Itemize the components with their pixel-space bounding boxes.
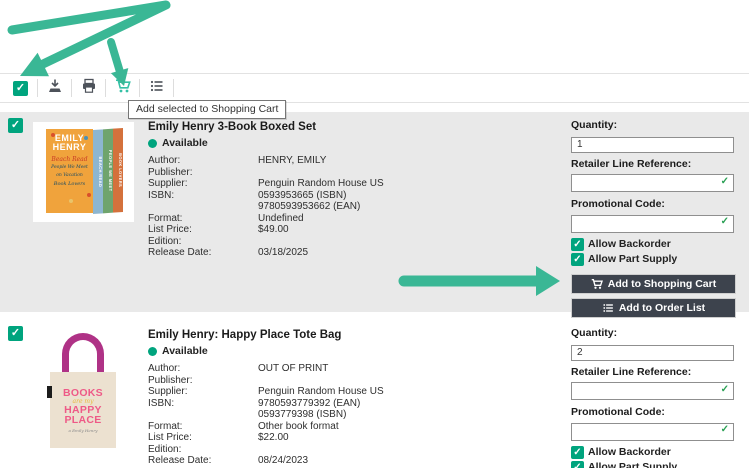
detail-value: 9780593779392 (EAN) 0593779398 (ISBN) [258, 397, 361, 421]
detail-label: Edition: [148, 235, 182, 247]
detail-value: Penguin Random House US [258, 178, 384, 189]
status-label: Available [162, 137, 208, 149]
add-to-order-list-button[interactable]: Add to Order List [571, 297, 736, 318]
detail-label: Author: [148, 363, 181, 374]
detail-label: Publisher: [148, 166, 193, 178]
tooltip: Add selected to Shopping Cart [128, 100, 287, 119]
add-selected-to-cart-button[interactable] [106, 73, 139, 103]
detail-value: Penguin Random House US [258, 386, 384, 397]
checkbox-checked-icon: ✓ [571, 445, 584, 459]
allow-backorder-checkbox[interactable]: ✓ Allow Backorder [571, 445, 734, 459]
arrow-to-select-all [7, 0, 171, 69]
detail-label: Author: [148, 155, 181, 166]
status-label: Available [162, 345, 208, 357]
boxed-set-art: EMILY HENRY Beach Read People We Meet on… [46, 127, 123, 215]
allow-backorder-label: Allow Backorder [588, 238, 671, 250]
retailer-ref-input[interactable] [571, 174, 734, 192]
status-dot-icon [148, 138, 157, 148]
promo-code-input[interactable] [571, 422, 734, 441]
toolbar: ✓ [0, 73, 749, 103]
product-cover-image[interactable]: BOOKS are my HAPPY PLACE a Emily Henry [33, 328, 134, 463]
allow-backorder-label: Allow Backorder [588, 446, 671, 458]
availability-status: Available [148, 137, 468, 149]
detail-label: Supplier: [148, 386, 188, 397]
quantity-input[interactable] [571, 136, 734, 153]
promo-code-label: Promotional Code: [571, 406, 665, 418]
order-page: ✓ Add selected to Shopping Cart ✓ EMILY … [0, 0, 749, 468]
product-details: Emily Henry 3-Book Boxed Set Available A… [148, 121, 468, 259]
detail-label: ISBN: [148, 189, 175, 201]
order-form: Quantity: Retailer Line Reference: ✓ Pro… [571, 119, 736, 322]
arrow-to-cart-tool [107, 38, 124, 75]
checkbox-checked-icon: ✓ [571, 252, 584, 266]
order-list-icon [149, 78, 165, 99]
product-title: Emily Henry: Happy Place Tote Bag [148, 329, 342, 341]
detail-value: $49.00 [258, 224, 289, 235]
product-details: Emily Henry: Happy Place Tote Bag Availa… [148, 329, 468, 467]
detail-label: List Price: [148, 432, 192, 443]
retailer-ref-label: Retailer Line Reference: [571, 365, 692, 378]
quantity-label: Quantity: [571, 327, 618, 339]
download-icon [47, 78, 63, 99]
status-dot-icon [148, 346, 157, 356]
detail-label: ISBN: [148, 397, 175, 409]
add-to-shopping-cart-button[interactable]: Add to Shopping Cart [571, 273, 736, 294]
decor-dots [51, 133, 55, 137]
print-button[interactable] [72, 73, 105, 103]
checkbox-checked-icon: ✓ [571, 460, 584, 468]
allow-part-supply-label: Allow Part Supply [588, 253, 678, 265]
row-select-checkbox[interactable]: ✓ [8, 118, 23, 133]
quantity-label: Quantity: [571, 119, 618, 131]
product-row: ✓ BOOKS are my HAPPY PLACE a Emily Henry… [0, 320, 749, 468]
allow-backorder-checkbox[interactable]: ✓ Allow Backorder [571, 237, 734, 251]
detail-value: HENRY, EMILY [258, 155, 327, 166]
allow-part-supply-label: Allow Part Supply [588, 461, 678, 468]
detail-label: Edition: [148, 443, 182, 455]
availability-status: Available [148, 345, 468, 357]
product-cover-image[interactable]: EMILY HENRY Beach Read People We Meet on… [33, 122, 134, 222]
detail-label: Release Date: [148, 247, 212, 258]
retailer-ref-label: Retailer Line Reference: [571, 157, 692, 170]
detail-label: List Price: [148, 224, 192, 235]
detail-label: Release Date: [148, 455, 212, 466]
product-row: ✓ EMILY HENRY Beach Read People We Meet … [0, 112, 749, 318]
order-list-icon [602, 302, 614, 314]
select-all-checkbox[interactable]: ✓ [4, 73, 37, 103]
shopping-cart-icon [115, 78, 131, 99]
detail-label: Format: [148, 212, 183, 224]
checkbox-checked-icon: ✓ [13, 80, 28, 96]
order-form: Quantity: Retailer Line Reference: ✓ Pro… [571, 328, 734, 468]
detail-label: Supplier: [148, 178, 188, 189]
promo-code-label: Promotional Code: [571, 198, 665, 210]
product-title: Emily Henry 3-Book Boxed Set [148, 121, 317, 133]
detail-value: Undefined [258, 212, 304, 224]
shopping-cart-icon [591, 278, 603, 290]
toolbar-divider [173, 79, 174, 97]
row-select-checkbox[interactable]: ✓ [8, 326, 23, 341]
checkbox-checked-icon: ✓ [571, 237, 584, 251]
print-icon [81, 78, 97, 99]
detail-value: 0593953665 (ISBN) 9780593953662 (EAN) [258, 189, 361, 213]
detail-value: 08/24/2023 [258, 455, 309, 466]
retailer-ref-input[interactable] [571, 382, 734, 400]
detail-value: OUT OF PRINT [258, 363, 329, 374]
detail-label: Format: [148, 420, 183, 432]
quantity-input[interactable] [571, 344, 734, 361]
promo-code-input[interactable] [571, 214, 734, 233]
detail-value: 03/18/2025 [258, 247, 309, 258]
allow-part-supply-checkbox[interactable]: ✓ Allow Part Supply [571, 252, 734, 266]
detail-label: Publisher: [148, 374, 193, 386]
tote-bag-art: BOOKS are my HAPPY PLACE a Emily Henry [47, 372, 116, 448]
detail-value: $22.00 [258, 432, 289, 443]
detail-value: Other book format [258, 420, 339, 432]
allow-part-supply-checkbox[interactable]: ✓ Allow Part Supply [571, 460, 734, 468]
add-selected-to-order-list-button[interactable] [140, 73, 173, 103]
download-button[interactable] [38, 73, 71, 103]
